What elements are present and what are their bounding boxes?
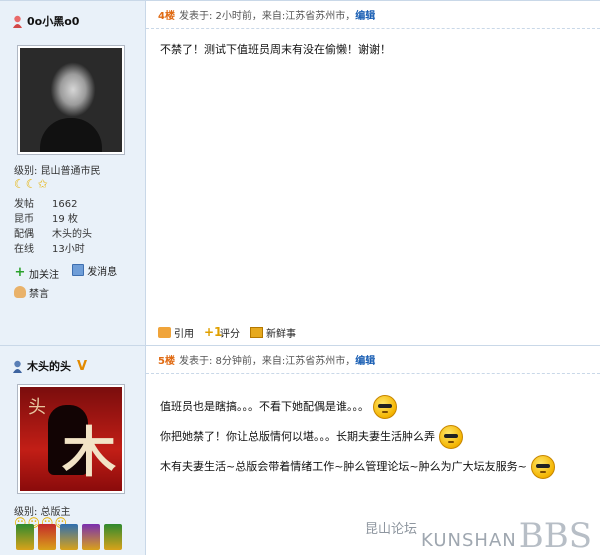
watermark-en: KUNSHAN — [421, 530, 517, 551]
medal-icon — [38, 524, 56, 550]
stat-value: 19 枚 — [52, 214, 78, 225]
post-meta: 4楼 发表于: 2小时前，来自:江苏省苏州市， 编辑 — [146, 1, 600, 29]
post-content: 不禁了！测试下值班员周末有没在偷懒！谢谢！ — [160, 35, 586, 65]
post-time: 发表于: 2小时前，来自:江苏省苏州市， — [178, 11, 356, 22]
avatar[interactable] — [17, 45, 125, 155]
user-header: 木头的头 V — [12, 358, 87, 374]
content-text: 木有夫妻生活~总版会带着情绪工作~肿么管理论坛~肿么为广大坛友服务~ — [160, 460, 527, 473]
content-line: 不禁了！测试下值班员周末有没在偷懒！谢谢！ — [160, 43, 391, 56]
avatar[interactable]: 头 木 — [17, 384, 125, 494]
news-button[interactable]: 新鲜事 — [250, 325, 296, 340]
stat-value: 木头的头 — [52, 229, 92, 240]
follow-button[interactable]: + 加关注 — [14, 265, 59, 281]
stat-label: 配偶 — [14, 229, 34, 240]
user-sidebar: 0o小黑o0 级别: 昆山普通市民 ☾☾✩ 发帖 1662 昆币 19 枚 配偶 木头… — [0, 1, 146, 345]
edit-link[interactable]: 编辑 — [355, 352, 375, 367]
mail-icon — [72, 264, 85, 276]
username[interactable]: 0o小黑o0 — [27, 13, 79, 29]
ban-button[interactable]: 禁言 — [14, 285, 49, 300]
post-main: 4楼 发表于: 2小时前，来自:江苏省苏州市， 编辑 不禁了！测试下值班员周末有… — [146, 1, 600, 345]
post-meta: 5楼 发表于: 8分钟前，来自:江苏省苏州市， 编辑 — [146, 346, 600, 374]
post-content: 值班员也是瞎搞。。。不看下她配偶是谁。。。 你把她禁了！你让总版情何以堪。。。长… — [160, 392, 586, 482]
plus-one-icon: +1 — [204, 324, 223, 339]
medal-icon — [104, 524, 122, 550]
avatar-image — [20, 48, 122, 152]
medal-icon — [60, 524, 78, 550]
medal-icon — [16, 524, 34, 550]
stat-label: 在线 — [14, 244, 34, 255]
content-line: 值班员也是瞎搞。。。不看下她配偶是谁。。。 — [160, 392, 586, 422]
avatar-image: 头 木 — [20, 387, 122, 491]
quote-button[interactable]: 引用 — [158, 325, 194, 340]
post-actions: 引用 +1 评分 新鲜事 — [158, 324, 306, 340]
user-level: 级别: 昆山普通市民 — [14, 166, 101, 177]
cool-smiley-icon — [373, 395, 397, 419]
floor-number[interactable]: 4楼 — [158, 7, 175, 22]
forum-watermark: 昆山论坛 KUNSHAN BBS — [365, 516, 592, 555]
user-header: 0o小黑o0 — [12, 13, 79, 29]
content-line: 你把她禁了！你让总版情何以堪。。。长期夫妻生活肿么弄 — [160, 422, 586, 452]
stat-row: 在线 13小时 — [14, 242, 134, 257]
username[interactable]: 木头的头 — [27, 358, 71, 374]
quote-label: 引用 — [174, 328, 194, 340]
avatar-char-big: 木 — [62, 420, 116, 484]
stat-label: 发帖 — [14, 199, 34, 210]
avatar-char-small: 头 — [28, 397, 46, 418]
stat-label: 昆币 — [14, 214, 34, 225]
news-icon — [250, 326, 263, 338]
female-user-icon — [12, 15, 23, 28]
news-label: 新鲜事 — [266, 328, 296, 340]
content-text: 值班员也是瞎搞。。。不看下她配偶是谁。。。 — [160, 400, 369, 413]
stat-row: 昆币 19 枚 — [14, 212, 134, 227]
hand-icon — [14, 286, 26, 298]
content-text: 你把她禁了！你让总版情何以堪。。。长期夫妻生活肿么弄 — [160, 430, 435, 443]
cool-smiley-icon — [439, 425, 463, 449]
post-time: 发表于: 8分钟前，来自:江苏省苏州市， — [178, 356, 356, 367]
stat-row: 配偶 木头的头 — [14, 227, 134, 242]
message-button[interactable]: 发消息 — [72, 263, 118, 278]
medal-row — [16, 524, 122, 550]
content-line: 木有夫妻生活~总版会带着情绪工作~肿么管理论坛~肿么为广大坛友服务~ — [160, 452, 586, 482]
user-stats: 发帖 1662 昆币 19 枚 配偶 木头的头 在线 13小时 — [14, 197, 134, 257]
stat-value: 1662 — [52, 199, 78, 210]
rate-button[interactable]: +1 评分 — [204, 324, 240, 340]
plus-icon: + — [14, 265, 26, 280]
ban-label: 禁言 — [29, 288, 49, 300]
follow-label: 加关注 — [29, 269, 59, 281]
stat-row: 发帖 1662 — [14, 197, 134, 212]
user-actions: + 加关注 发消息 禁言 — [14, 263, 127, 301]
cool-smiley-icon — [530, 455, 555, 479]
verified-v-icon: V — [77, 358, 88, 374]
message-label: 发消息 — [87, 266, 118, 278]
medal-icon — [82, 524, 100, 550]
floor-number[interactable]: 5楼 — [158, 352, 175, 367]
post-4: 0o小黑o0 级别: 昆山普通市民 ☾☾✩ 发帖 1662 昆币 19 枚 配偶 木头… — [0, 0, 600, 345]
stat-value: 13小时 — [52, 244, 85, 255]
quote-icon — [158, 326, 171, 338]
edit-link[interactable]: 编辑 — [355, 7, 375, 22]
level-stars-icon: ☾☾✩ — [14, 177, 49, 191]
rate-label: 评分 — [220, 328, 240, 340]
watermark-cn: 昆山论坛 — [365, 522, 418, 537]
male-user-icon — [12, 360, 23, 373]
watermark-bbs: BBS — [518, 516, 592, 555]
